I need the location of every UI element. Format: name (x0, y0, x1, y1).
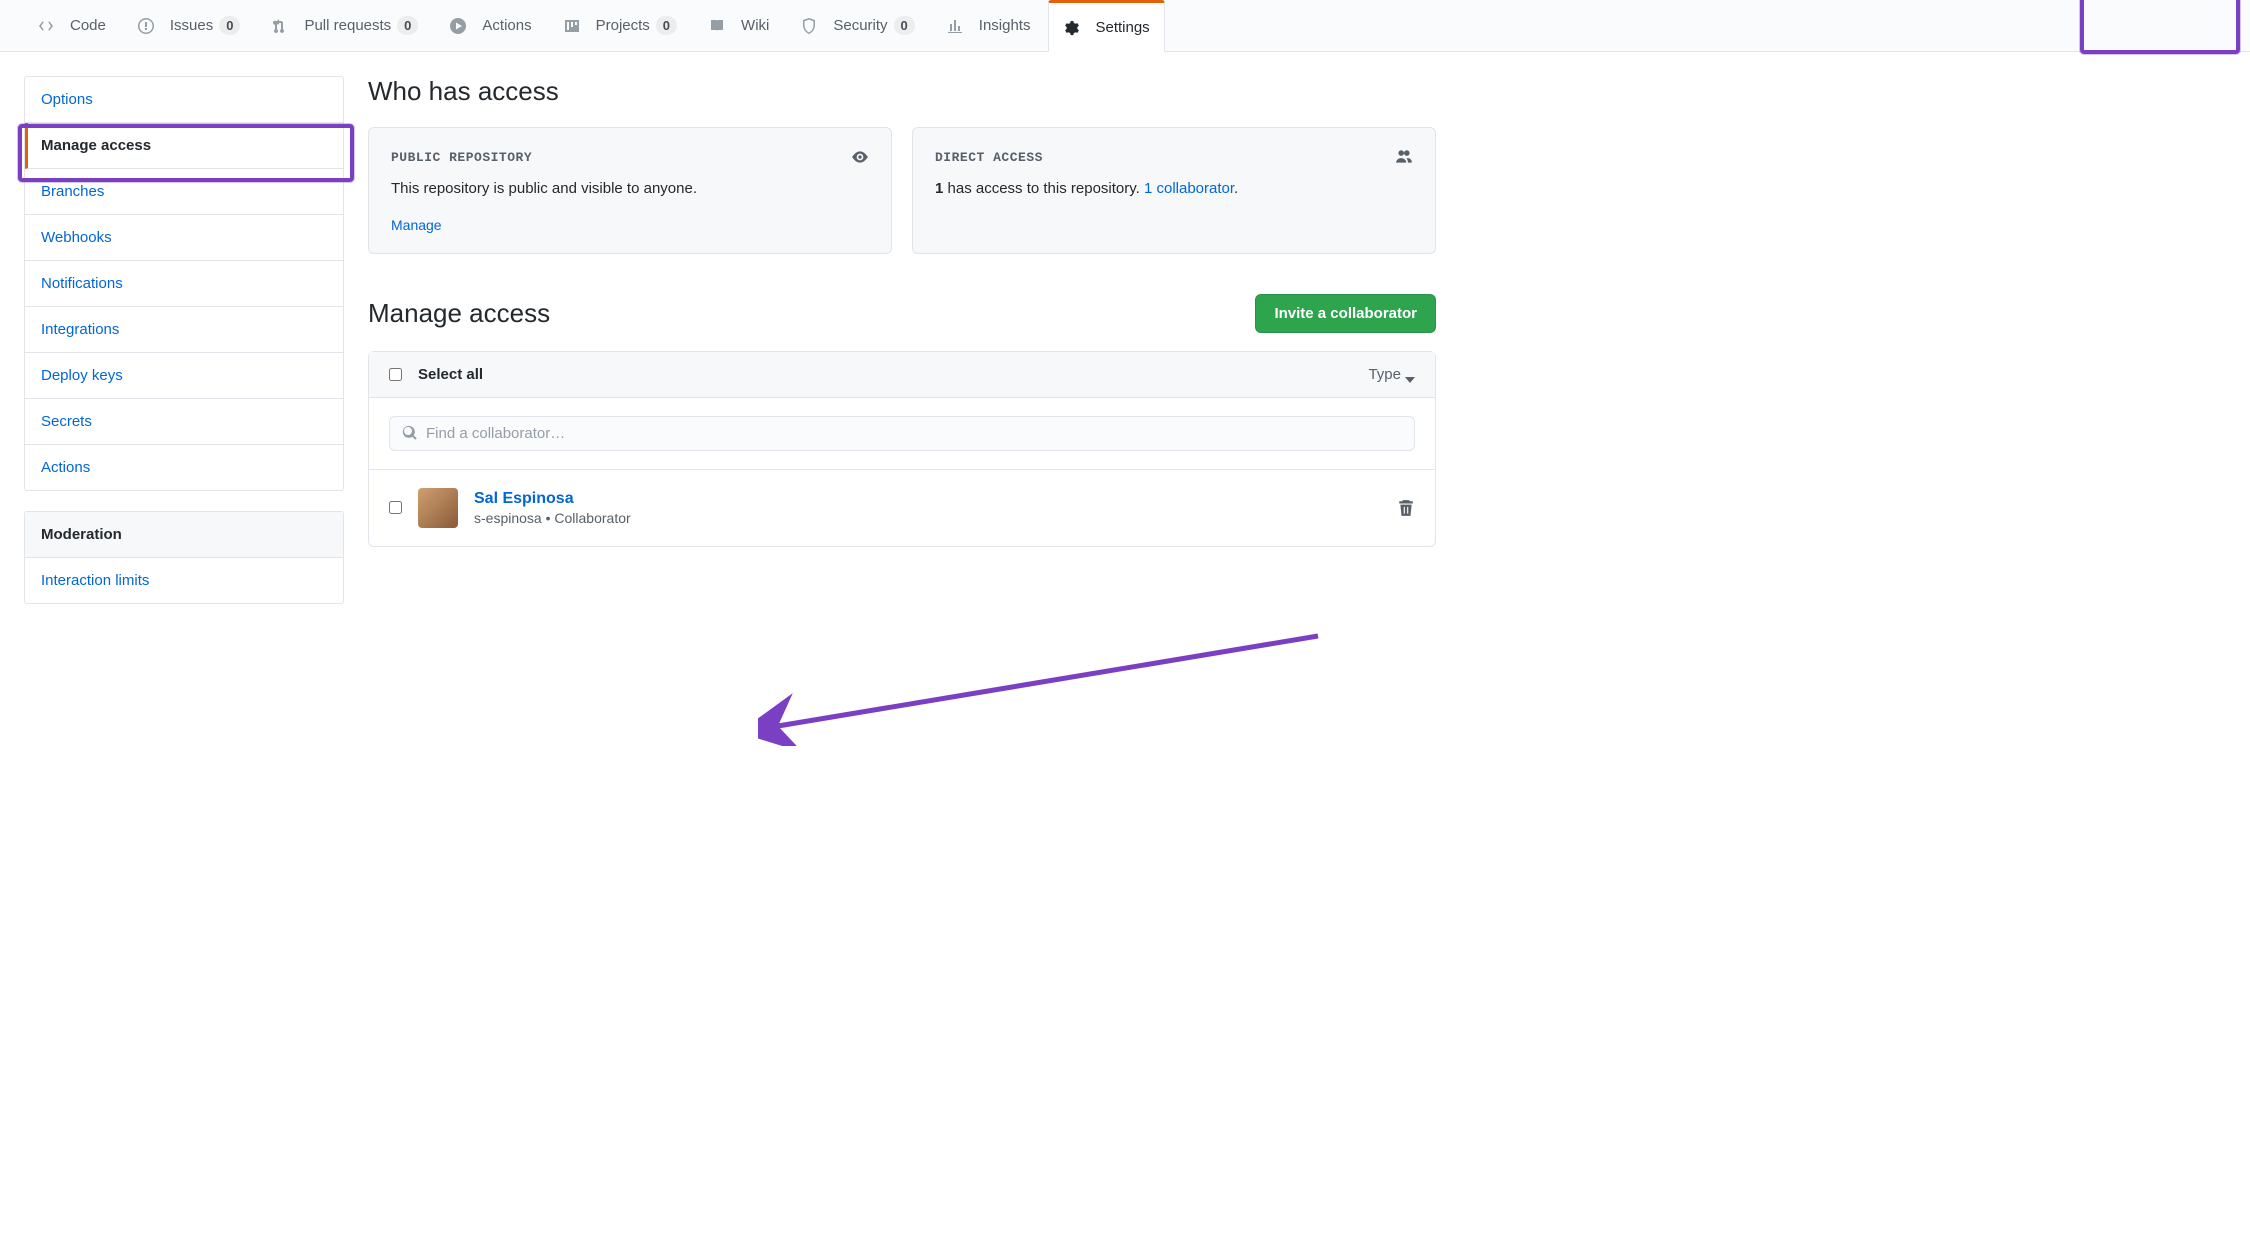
tab-settings[interactable]: Settings (1048, 0, 1164, 52)
sidebar-item-actions[interactable]: Actions (25, 445, 343, 490)
sidebar-item-label: Deploy keys (41, 367, 123, 384)
projects-count: 0 (656, 16, 677, 35)
collaborator-count-link[interactable]: 1 collaborator (1144, 180, 1234, 197)
collaborator-search-box (389, 416, 1415, 451)
collaborator-name-link[interactable]: Sal Espinosa (474, 490, 574, 507)
direct-access-box: DIRECT ACCESS 1 has access to this repos… (912, 127, 1436, 254)
annotation-arrow (758, 626, 1328, 746)
collaborator-list: Select all Type (368, 351, 1436, 547)
public-repo-heading: PUBLIC REPOSITORY (391, 150, 532, 165)
collaborator-username: s-espinosa (474, 510, 542, 526)
settings-sidebar: Options Manage access Branches Webhooks … (24, 76, 344, 624)
type-filter-dropdown[interactable]: Type (1368, 366, 1415, 383)
pulls-count: 0 (397, 16, 418, 35)
tab-label: Pull requests (304, 17, 391, 34)
tab-pulls[interactable]: Pull requests 0 (258, 0, 432, 52)
repo-tabs: Code Issues 0 Pull requests 0 Actions Pr… (0, 0, 2250, 52)
sidebar-item-label: Options (41, 91, 93, 108)
annotation-settings-highlight (2080, 0, 2240, 54)
search-icon (402, 425, 418, 441)
collaborator-list-header: Select all Type (369, 352, 1435, 398)
tab-label: Security (833, 17, 887, 34)
sidebar-item-webhooks[interactable]: Webhooks (25, 215, 343, 261)
graph-icon (947, 17, 971, 34)
sidebar-item-label: Notifications (41, 275, 123, 292)
tab-label: Issues (170, 17, 213, 34)
sidebar-item-label: Webhooks (41, 229, 112, 246)
tab-wiki[interactable]: Wiki (695, 0, 783, 52)
collaborator-info: Sal Espinosa s-espinosa • Collaborator (474, 490, 1381, 526)
invite-collaborator-button[interactable]: Invite a collaborator (1255, 294, 1436, 333)
collaborator-subline: s-espinosa • Collaborator (474, 510, 1381, 526)
sidebar-item-branches[interactable]: Branches (25, 169, 343, 215)
gear-icon (1063, 19, 1087, 36)
settings-menu: Options Manage access Branches Webhooks … (24, 76, 344, 491)
security-count: 0 (894, 16, 915, 35)
tab-label: Actions (482, 17, 531, 34)
who-has-access-title: Who has access (368, 76, 1436, 107)
tab-code[interactable]: Code (24, 0, 120, 52)
sidebar-item-label: Interaction limits (41, 572, 149, 589)
access-summary-row: PUBLIC REPOSITORY This repository is pub… (368, 127, 1436, 254)
sidebar-item-integrations[interactable]: Integrations (25, 307, 343, 353)
sidebar-item-options[interactable]: Options (25, 77, 343, 123)
tab-security[interactable]: Security 0 (787, 0, 928, 52)
sidebar-item-label: Integrations (41, 321, 119, 338)
issues-count: 0 (219, 16, 240, 35)
tab-insights[interactable]: Insights (933, 0, 1045, 52)
project-icon (564, 17, 588, 34)
issue-icon (138, 17, 162, 34)
direct-access-text: 1 has access to this repository. 1 colla… (935, 178, 1413, 201)
direct-access-period: . (1234, 180, 1238, 197)
sidebar-item-deploy-keys[interactable]: Deploy keys (25, 353, 343, 399)
public-repo-box: PUBLIC REPOSITORY This repository is pub… (368, 127, 892, 254)
code-icon (38, 17, 62, 34)
collaborator-checkbox[interactable] (389, 501, 402, 514)
eye-icon (851, 148, 869, 166)
git-pull-request-icon (272, 17, 296, 34)
tab-label: Insights (979, 17, 1031, 34)
type-filter-label: Type (1368, 366, 1401, 383)
public-repo-manage-link[interactable]: Manage (391, 217, 442, 233)
sidebar-item-label: Secrets (41, 413, 92, 430)
moderation-menu: Moderation Interaction limits (24, 511, 344, 604)
book-icon (709, 17, 733, 34)
collaborator-search-input[interactable] (426, 425, 1402, 442)
tab-label: Settings (1095, 19, 1149, 36)
sidebar-item-label: Branches (41, 183, 104, 200)
people-icon (1395, 148, 1413, 166)
main-content: Who has access PUBLIC REPOSITORY This re… (368, 76, 1436, 624)
tab-issues[interactable]: Issues 0 (124, 0, 255, 52)
collaborator-role: Collaborator (554, 510, 630, 526)
sidebar-item-label: Actions (41, 459, 90, 476)
play-icon (450, 17, 474, 34)
tab-label: Projects (596, 17, 650, 34)
avatar (418, 488, 458, 528)
tab-label: Wiki (741, 17, 769, 34)
tab-actions[interactable]: Actions (436, 0, 545, 52)
sidebar-item-manage-access[interactable]: Manage access (25, 123, 343, 169)
public-repo-text: This repository is public and visible to… (391, 178, 869, 201)
sidebar-item-label: Manage access (41, 137, 151, 154)
manage-access-title: Manage access (368, 298, 550, 329)
collaborator-separator: • (542, 510, 555, 526)
direct-access-text-rest: has access to this repository. (943, 180, 1144, 197)
caret-down-icon (1405, 366, 1415, 383)
collaborator-row: Sal Espinosa s-espinosa • Collaborator (369, 470, 1435, 546)
shield-icon (801, 17, 825, 34)
select-all-label: Select all (418, 366, 483, 383)
select-all-checkbox[interactable] (389, 368, 402, 381)
trash-icon (1397, 499, 1415, 517)
moderation-heading: Moderation (25, 512, 343, 558)
sidebar-item-interaction-limits[interactable]: Interaction limits (25, 558, 343, 603)
tab-label: Code (70, 17, 106, 34)
remove-collaborator-button[interactable] (1397, 499, 1415, 517)
manage-access-header: Manage access Invite a collaborator (368, 294, 1436, 333)
sidebar-item-secrets[interactable]: Secrets (25, 399, 343, 445)
sidebar-item-notifications[interactable]: Notifications (25, 261, 343, 307)
tab-projects[interactable]: Projects 0 (550, 0, 691, 52)
direct-access-heading: DIRECT ACCESS (935, 150, 1043, 165)
collaborator-search-row (369, 398, 1435, 470)
